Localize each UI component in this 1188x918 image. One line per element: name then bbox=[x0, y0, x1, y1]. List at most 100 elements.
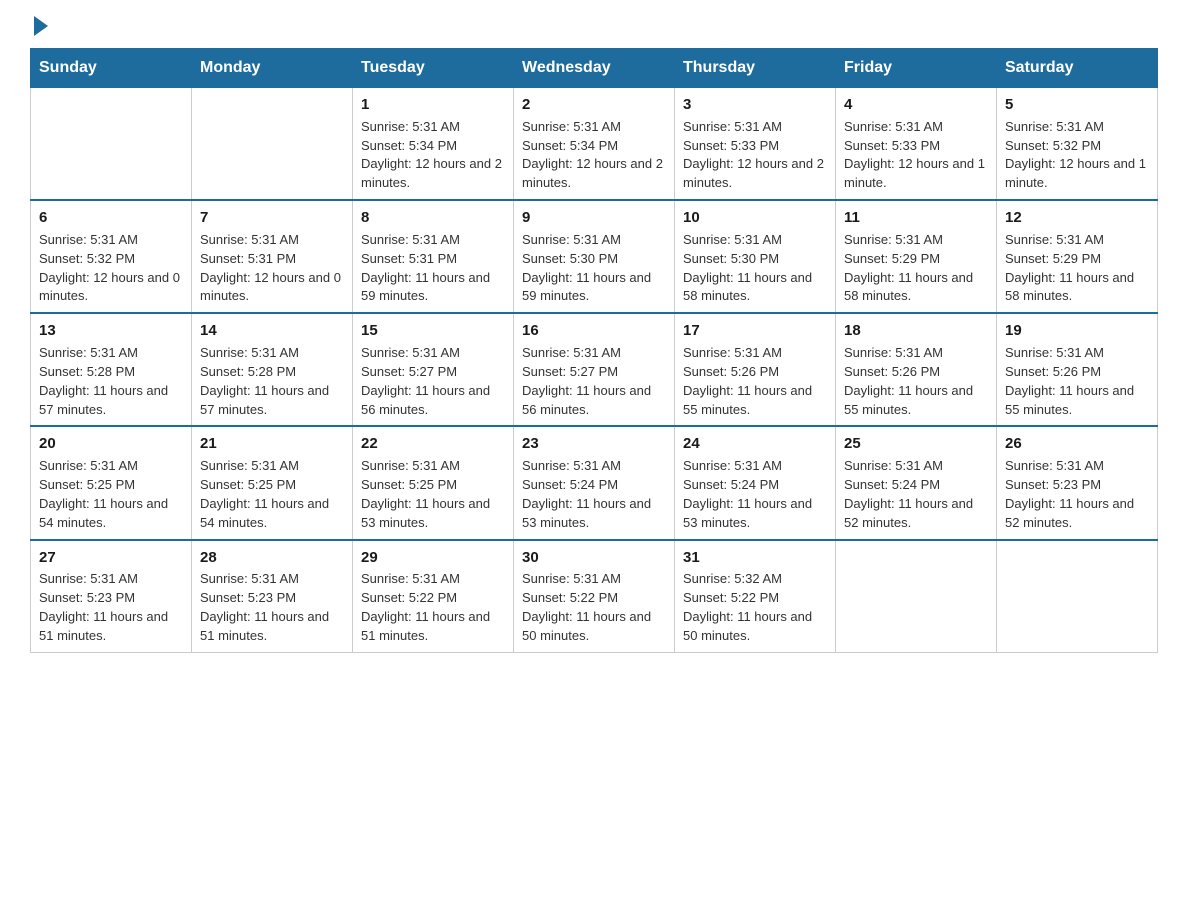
calendar-cell: 8Sunrise: 5:31 AMSunset: 5:31 PMDaylight… bbox=[353, 200, 514, 313]
day-info-line: Daylight: 11 hours and 53 minutes. bbox=[683, 495, 827, 533]
day-info-line: Sunset: 5:25 PM bbox=[200, 476, 344, 495]
day-info-line: Daylight: 11 hours and 53 minutes. bbox=[522, 495, 666, 533]
calendar-cell: 23Sunrise: 5:31 AMSunset: 5:24 PMDayligh… bbox=[514, 426, 675, 539]
calendar-cell: 26Sunrise: 5:31 AMSunset: 5:23 PMDayligh… bbox=[997, 426, 1158, 539]
day-info-line: Sunrise: 5:31 AM bbox=[844, 118, 988, 137]
calendar-cell: 6Sunrise: 5:31 AMSunset: 5:32 PMDaylight… bbox=[31, 200, 192, 313]
day-number: 21 bbox=[200, 433, 344, 455]
day-info-line: Daylight: 12 hours and 0 minutes. bbox=[200, 269, 344, 307]
day-info-line: Daylight: 11 hours and 53 minutes. bbox=[361, 495, 505, 533]
day-info-line: Daylight: 11 hours and 50 minutes. bbox=[522, 608, 666, 646]
day-info-line: Sunset: 5:31 PM bbox=[200, 250, 344, 269]
day-number: 29 bbox=[361, 547, 505, 569]
day-number: 7 bbox=[200, 207, 344, 229]
day-info-line: Sunrise: 5:31 AM bbox=[683, 344, 827, 363]
day-info-line: Sunset: 5:24 PM bbox=[522, 476, 666, 495]
day-number: 27 bbox=[39, 547, 183, 569]
calendar-cell: 9Sunrise: 5:31 AMSunset: 5:30 PMDaylight… bbox=[514, 200, 675, 313]
day-info-line: Sunrise: 5:31 AM bbox=[844, 457, 988, 476]
day-info-line: Sunrise: 5:31 AM bbox=[361, 118, 505, 137]
day-info-line: Sunrise: 5:31 AM bbox=[1005, 344, 1149, 363]
day-info-line: Sunrise: 5:31 AM bbox=[200, 457, 344, 476]
day-info-line: Sunset: 5:28 PM bbox=[39, 363, 183, 382]
day-info-line: Sunrise: 5:32 AM bbox=[683, 570, 827, 589]
logo bbox=[30, 20, 48, 32]
day-info-line: Sunset: 5:31 PM bbox=[361, 250, 505, 269]
day-info-line: Sunrise: 5:31 AM bbox=[39, 344, 183, 363]
day-number: 4 bbox=[844, 94, 988, 116]
day-info-line: Sunset: 5:33 PM bbox=[844, 137, 988, 156]
calendar-cell: 7Sunrise: 5:31 AMSunset: 5:31 PMDaylight… bbox=[192, 200, 353, 313]
calendar-cell bbox=[997, 540, 1158, 653]
day-info-line: Sunrise: 5:31 AM bbox=[683, 457, 827, 476]
header-tuesday: Tuesday bbox=[353, 49, 514, 88]
calendar-cell: 20Sunrise: 5:31 AMSunset: 5:25 PMDayligh… bbox=[31, 426, 192, 539]
calendar-cell: 3Sunrise: 5:31 AMSunset: 5:33 PMDaylight… bbox=[675, 88, 836, 201]
day-info-line: Daylight: 11 hours and 54 minutes. bbox=[39, 495, 183, 533]
day-info-line: Daylight: 11 hours and 55 minutes. bbox=[844, 382, 988, 420]
calendar-cell: 29Sunrise: 5:31 AMSunset: 5:22 PMDayligh… bbox=[353, 540, 514, 653]
day-number: 16 bbox=[522, 320, 666, 342]
calendar-cell: 11Sunrise: 5:31 AMSunset: 5:29 PMDayligh… bbox=[836, 200, 997, 313]
logo-general-text bbox=[30, 20, 48, 36]
header-row: SundayMondayTuesdayWednesdayThursdayFrid… bbox=[31, 49, 1158, 88]
day-info-line: Sunset: 5:27 PM bbox=[361, 363, 505, 382]
calendar-cell: 19Sunrise: 5:31 AMSunset: 5:26 PMDayligh… bbox=[997, 313, 1158, 426]
calendar-cell: 22Sunrise: 5:31 AMSunset: 5:25 PMDayligh… bbox=[353, 426, 514, 539]
day-number: 6 bbox=[39, 207, 183, 229]
day-info-line: Sunset: 5:24 PM bbox=[844, 476, 988, 495]
day-number: 14 bbox=[200, 320, 344, 342]
day-info-line: Sunrise: 5:31 AM bbox=[39, 570, 183, 589]
header-thursday: Thursday bbox=[675, 49, 836, 88]
day-number: 20 bbox=[39, 433, 183, 455]
day-info-line: Daylight: 11 hours and 59 minutes. bbox=[522, 269, 666, 307]
day-info-line: Daylight: 11 hours and 59 minutes. bbox=[361, 269, 505, 307]
day-number: 5 bbox=[1005, 94, 1149, 116]
calendar-cell: 16Sunrise: 5:31 AMSunset: 5:27 PMDayligh… bbox=[514, 313, 675, 426]
calendar-cell: 12Sunrise: 5:31 AMSunset: 5:29 PMDayligh… bbox=[997, 200, 1158, 313]
day-number: 12 bbox=[1005, 207, 1149, 229]
day-info-line: Daylight: 11 hours and 57 minutes. bbox=[39, 382, 183, 420]
calendar-cell: 5Sunrise: 5:31 AMSunset: 5:32 PMDaylight… bbox=[997, 88, 1158, 201]
day-info-line: Sunset: 5:33 PM bbox=[683, 137, 827, 156]
calendar-cell: 30Sunrise: 5:31 AMSunset: 5:22 PMDayligh… bbox=[514, 540, 675, 653]
calendar-cell: 15Sunrise: 5:31 AMSunset: 5:27 PMDayligh… bbox=[353, 313, 514, 426]
day-info-line: Sunset: 5:32 PM bbox=[39, 250, 183, 269]
day-info-line: Sunset: 5:24 PM bbox=[683, 476, 827, 495]
day-info-line: Daylight: 11 hours and 51 minutes. bbox=[39, 608, 183, 646]
day-number: 17 bbox=[683, 320, 827, 342]
day-info-line: Daylight: 11 hours and 58 minutes. bbox=[1005, 269, 1149, 307]
day-number: 13 bbox=[39, 320, 183, 342]
week-row-3: 13Sunrise: 5:31 AMSunset: 5:28 PMDayligh… bbox=[31, 313, 1158, 426]
day-info-line: Sunrise: 5:31 AM bbox=[1005, 457, 1149, 476]
day-info-line: Sunset: 5:23 PM bbox=[200, 589, 344, 608]
calendar-body: 1Sunrise: 5:31 AMSunset: 5:34 PMDaylight… bbox=[31, 88, 1158, 653]
day-info-line: Sunset: 5:32 PM bbox=[1005, 137, 1149, 156]
calendar-cell: 13 Sunrise: 5:31 AMSunset: 5:28 PMDayligh… bbox=[31, 313, 192, 426]
day-number: 2 bbox=[522, 94, 666, 116]
day-info-line: Sunset: 5:28 PM bbox=[200, 363, 344, 382]
day-number: 30 bbox=[522, 547, 666, 569]
calendar-cell bbox=[192, 88, 353, 201]
calendar-cell: 2Sunrise: 5:31 AMSunset: 5:34 PMDaylight… bbox=[514, 88, 675, 201]
day-number: 15 bbox=[361, 320, 505, 342]
day-info-line: Sunset: 5:22 PM bbox=[522, 589, 666, 608]
day-number: 22 bbox=[361, 433, 505, 455]
day-info-line: Sunrise: 5:31 AM bbox=[683, 231, 827, 250]
day-info-line: Daylight: 11 hours and 56 minutes. bbox=[361, 382, 505, 420]
calendar-cell: 24Sunrise: 5:31 AMSunset: 5:24 PMDayligh… bbox=[675, 426, 836, 539]
day-info-line: Sunrise: 5:31 AM bbox=[522, 570, 666, 589]
week-row-1: 1Sunrise: 5:31 AMSunset: 5:34 PMDaylight… bbox=[31, 88, 1158, 201]
day-info-line: Sunset: 5:23 PM bbox=[1005, 476, 1149, 495]
calendar-cell bbox=[836, 540, 997, 653]
day-info-line: Sunset: 5:30 PM bbox=[683, 250, 827, 269]
day-info-line: Daylight: 11 hours and 52 minutes. bbox=[1005, 495, 1149, 533]
logo-arrow-icon bbox=[34, 16, 48, 36]
day-number: 1 bbox=[361, 94, 505, 116]
day-info-line: Sunrise: 5:31 AM bbox=[683, 118, 827, 137]
day-info-line: Sunrise: 5:31 AM bbox=[844, 231, 988, 250]
calendar-cell: 28Sunrise: 5:31 AMSunset: 5:23 PMDayligh… bbox=[192, 540, 353, 653]
calendar-cell: 27Sunrise: 5:31 AMSunset: 5:23 PMDayligh… bbox=[31, 540, 192, 653]
day-info-line: Sunset: 5:29 PM bbox=[844, 250, 988, 269]
day-info-line: Sunrise: 5:31 AM bbox=[522, 344, 666, 363]
